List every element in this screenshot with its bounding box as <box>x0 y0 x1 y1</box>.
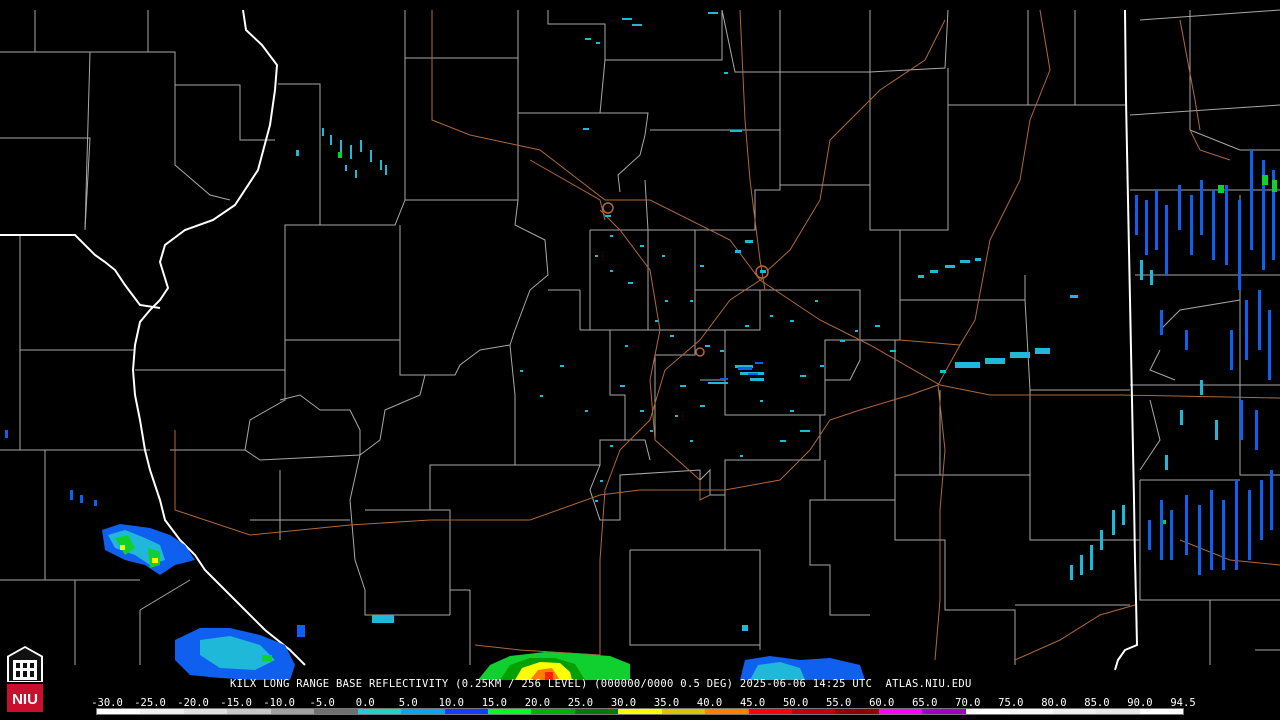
scale-swatch <box>748 709 792 714</box>
scale-swatch <box>792 709 836 714</box>
color-scale-bar <box>96 708 1184 715</box>
product-caption: KILX LONG RANGE BASE REFLECTIVITY (0.25K… <box>230 678 972 690</box>
scale-swatch <box>1139 709 1183 714</box>
scale-swatch <box>314 709 358 714</box>
scale-swatch <box>661 709 706 714</box>
scale-swatch <box>705 709 749 714</box>
scale-swatch <box>183 709 228 714</box>
niu-logo: NIU <box>7 646 43 712</box>
scale-swatch <box>618 709 662 714</box>
color-scale-labels: -30.0 -25.0 -20.0 -15.0 -10.0 -5.0 0.0 5.0 10.0 1… <box>91 697 1195 709</box>
radar-map <box>0 0 1280 720</box>
scale-swatch <box>270 709 315 714</box>
scale-swatch <box>97 709 141 714</box>
logo-text: NIU <box>12 691 38 708</box>
scale-swatch <box>1052 709 1097 714</box>
scale-swatch <box>140 709 184 714</box>
scale-swatch <box>531 709 575 714</box>
scale-swatch <box>574 709 619 714</box>
scale-swatch <box>1009 709 1053 714</box>
scale-swatch <box>227 709 271 714</box>
scale-swatch <box>878 709 923 714</box>
scale-swatch <box>444 709 488 714</box>
scale-swatch <box>357 709 402 714</box>
scale-swatch <box>922 709 966 714</box>
scale-swatch <box>401 709 445 714</box>
scale-swatch <box>1096 709 1140 714</box>
scale-swatch <box>487 709 532 714</box>
scale-swatch <box>965 709 1010 714</box>
scale-swatch <box>835 709 879 714</box>
